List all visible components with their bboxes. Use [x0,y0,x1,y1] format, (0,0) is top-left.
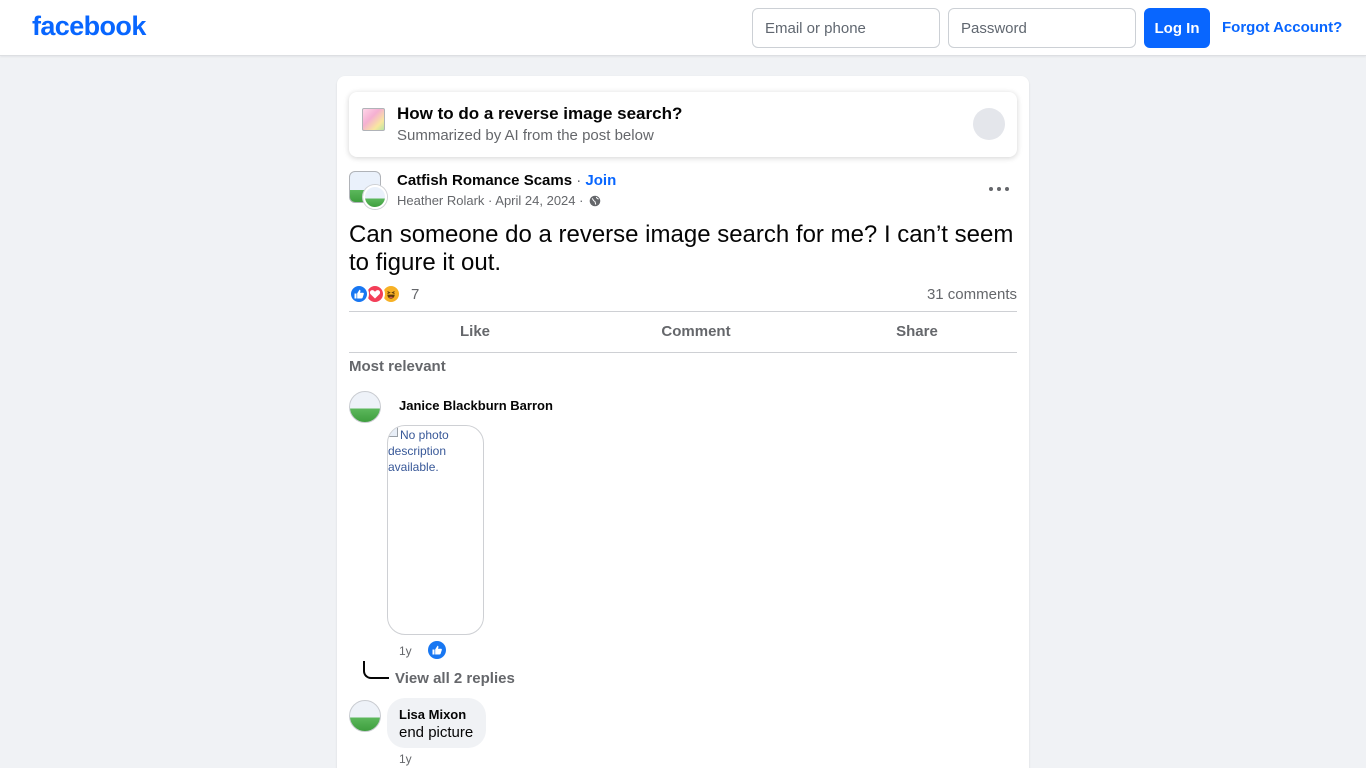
comments-count-link[interactable]: 31 comments [927,286,1017,303]
post-text: Can someone do a reverse image search fo… [349,221,1014,276]
ai-summary-subtitle: Summarized by AI from the post below [397,127,654,144]
ai-summary-title: How to do a reverse image search? [397,104,683,123]
commenter-avatar[interactable] [349,391,381,423]
post-card: How to do a reverse image search? Summar… [337,76,1029,768]
join-group-link[interactable]: Join [585,172,616,189]
like-icon[interactable] [428,641,446,659]
ai-summary-box[interactable]: How to do a reverse image search? Summar… [349,92,1017,157]
comment-button[interactable]: Comment [585,312,807,352]
post-action-bar: Like Comment Share [349,311,1017,353]
email-field[interactable] [752,8,940,48]
comment-sort-dropdown[interactable]: Most relevant [349,358,446,375]
more-options-icon[interactable] [983,178,1015,200]
group-name-link[interactable]: Catfish Romance Scams [397,172,572,189]
meta-separator: · [484,193,496,208]
post-meta: Heather Rolark · April 24, 2024 · [397,193,601,208]
group-avatar[interactable] [349,171,387,209]
forgot-account-link[interactable]: Forgot Account? [1222,19,1342,36]
author-avatar [363,185,387,209]
photo-alt-text: No photo description available. [388,428,449,474]
ai-summary-expand-button[interactable] [973,108,1005,140]
post-author[interactable]: Heather Rolark [397,193,484,208]
reaction-count: 7 [411,286,420,303]
comment-text: end picture [399,724,474,741]
comment-timestamp[interactable]: 1y [399,752,412,766]
comment-bubble: Lisa Mixon end picture [387,698,486,748]
ai-summary-icon [362,108,385,131]
facebook-logo[interactable]: facebook [32,11,146,42]
share-button[interactable]: Share [806,312,1028,352]
top-navigation-bar: facebook Log In Forgot Account? [0,0,1366,56]
like-icon [349,284,369,304]
post-date[interactable]: April 24, 2024 [495,193,575,208]
comment-timestamp[interactable]: 1y [399,644,412,658]
comment-photo[interactable]: No photo description available. [387,425,484,635]
meta-separator-2: · [575,193,588,208]
globe-icon [589,195,601,207]
view-replies-link[interactable]: View all 2 replies [395,670,515,687]
commenter-name[interactable]: Janice Blackburn Barron [399,398,553,413]
reply-connector-line [363,661,389,679]
commenter-avatar[interactable] [349,700,381,732]
log-in-button[interactable]: Log In [1144,8,1210,48]
password-field[interactable] [948,8,1136,48]
separator-dot: · [572,172,586,189]
like-button[interactable]: Like [364,312,586,352]
commenter-name[interactable]: Lisa Mixon [399,707,466,722]
post-header-line: Catfish Romance Scams · Join [397,172,616,189]
